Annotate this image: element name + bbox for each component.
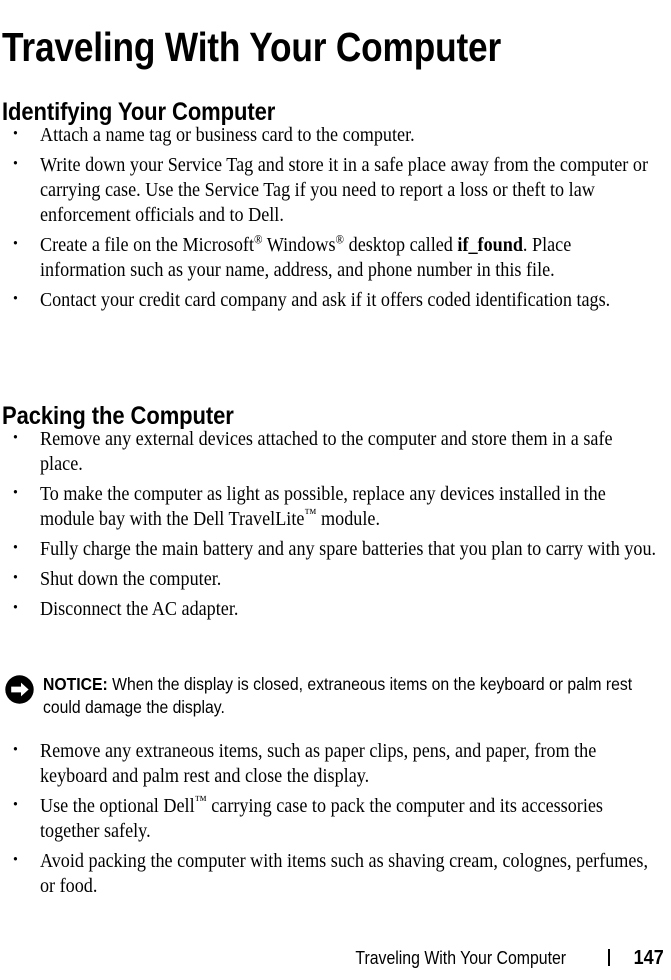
list-item: Shut down the computer. (0, 566, 662, 592)
footer-separator (608, 949, 610, 966)
list-item: Use the optional Dell™ carrying case to … (0, 793, 662, 844)
section-heading-identifying-your-computer: Identifying Your Computer (2, 97, 276, 126)
page-footer: Traveling With Your Computer 147 (0, 947, 671, 973)
section-heading-packing-the-computer: Packing the Computer (2, 401, 234, 430)
list-item: Attach a name tag or business card to th… (0, 122, 662, 148)
footer-title: Traveling With Your Computer (355, 948, 566, 968)
list-item: Disconnect the AC adapter. (0, 596, 662, 622)
bullet-list-identifying: Attach a name tag or business card to th… (0, 122, 671, 318)
notice-body: When the display is closed, extraneous i… (43, 674, 633, 717)
footer-page-number: 147 (633, 947, 664, 969)
list-item: Contact your credit card company and ask… (0, 287, 662, 313)
list-item: Fully charge the main battery and any sp… (0, 536, 662, 562)
list-item: To make the computer as light as possibl… (0, 481, 662, 532)
page-title: Traveling With Your Computer (2, 24, 502, 71)
notice-text: NOTICE: When the display is closed, extr… (43, 673, 671, 719)
bullet-list-packing-continued: Remove any extraneous items, such as pap… (0, 738, 671, 904)
list-item: Create a file on the Microsoft® Windows®… (0, 232, 662, 283)
list-item: Remove any external devices attached to … (0, 426, 662, 477)
list-item: Write down your Service Tag and store it… (0, 152, 662, 228)
list-item: Remove any extraneous items, such as pap… (0, 738, 662, 789)
notice-arrow-icon (5, 675, 34, 704)
notice-label: NOTICE: (43, 674, 108, 694)
bullet-list-packing: Remove any external devices attached to … (0, 426, 671, 627)
document-page: Traveling With Your Computer Identifying… (0, 0, 671, 980)
notice-callout: NOTICE: When the display is closed, extr… (0, 673, 671, 719)
list-item: Avoid packing the computer with items su… (0, 848, 662, 899)
